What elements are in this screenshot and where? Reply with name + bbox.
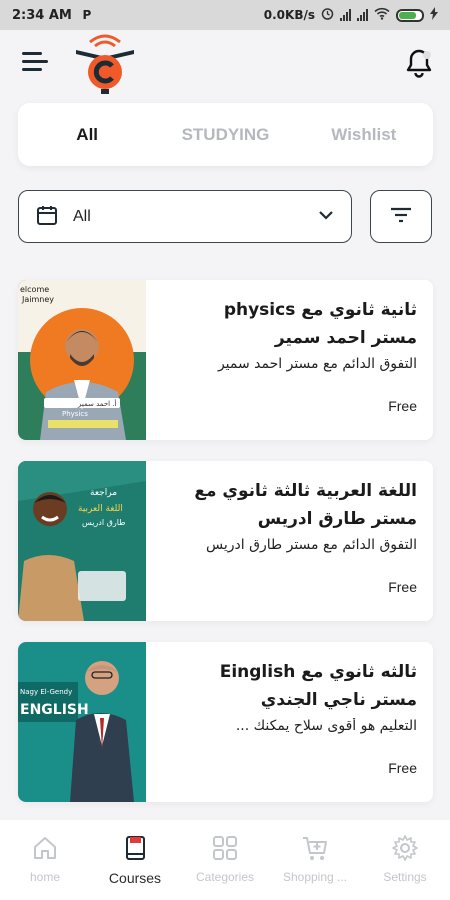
course-title-line: ثالثه ثانوي مع Einglish [219,662,417,682]
bottom-navigation: home Courses Categories Shopping ... Set… [0,820,450,900]
signal-icon-2 [357,9,368,21]
filter-button[interactable] [370,190,432,243]
charging-icon [430,7,438,23]
thumb-text: ENGLISH [20,702,89,718]
network-speed: 0.0KB/s [263,8,315,22]
bell-icon[interactable] [402,46,436,80]
nav-courses[interactable]: Courses [90,820,180,900]
app-header [0,30,450,98]
course-list: elcome Jaimney Physics أ. احمد سمير ثاني… [18,280,433,823]
course-thumbnail: elcome Jaimney Physics أ. احمد سمير [18,280,146,440]
course-title: ثانية ثانوي مع physics مستر احمد سمير [158,296,417,352]
course-title: ثالثه ثانوي مع Einglish مستر ناجي الجندي [158,658,417,714]
course-title-line: مستر طارق ادريس [257,509,417,529]
calendar-icon [35,203,59,231]
course-card[interactable]: Nagy El-Gendy ENGLISH ثالثه ثانوي مع Ein… [18,642,433,802]
book-icon [121,834,149,866]
signal-icon [340,9,351,21]
nav-label: Settings [383,870,427,884]
thumb-text: Jaimney [21,295,54,304]
tab-wishlist[interactable]: Wishlist [295,125,433,145]
nav-home[interactable]: home [0,820,90,900]
course-description: التعليم هو أقوى سلاح يمكنك ... [235,718,417,734]
nav-label: home [29,870,61,884]
course-title-line: مستر احمد سمير [274,328,417,348]
course-price: Free [388,579,417,595]
thumb-text: Physics [62,410,88,418]
nav-categories[interactable]: Categories [180,820,270,900]
status-time: 2:34 AM [12,7,72,23]
dropdown-selected-value: All [73,207,91,225]
chevron-down-icon [317,206,335,228]
thumb-text: elcome [20,285,49,294]
filter-icon [389,206,413,228]
nav-label: Courses [108,870,162,886]
status-bar: 2:34 AM P 0.0KB/s [0,0,450,30]
course-title-line: ثانية ثانوي مع physics [223,300,417,320]
thumb-text: طارق ادريس [82,518,126,527]
alarm-icon [321,7,334,23]
course-price: Free [388,760,417,776]
tab-all[interactable]: All [18,125,156,145]
parking-app-icon: P [82,8,92,22]
course-tabs: All STUDYING Wishlist [18,103,433,166]
home-icon [31,834,59,866]
nav-label: Shopping ... [282,870,348,884]
hamburger-icon[interactable] [22,50,50,74]
course-description: التفوق الدائم مع مستر طارق ادريس [206,537,417,553]
grid-icon [211,834,239,866]
thumb-text: Nagy El-Gendy [20,688,72,696]
nav-label: Categories [195,870,255,884]
nav-settings[interactable]: Settings [360,820,450,900]
battery-icon [396,8,424,22]
course-thumbnail: Nagy El-Gendy ENGLISH [18,642,146,802]
course-title-line: مستر ناجي الجندي [260,690,417,710]
course-description: التفوق الدائم مع مستر احمد سمير [217,356,417,372]
app-logo-icon [72,32,138,94]
course-card[interactable]: مراجعة اللغة العربية طارق ادريس اللغة ال… [18,461,433,621]
nav-shopping[interactable]: Shopping ... [270,820,360,900]
wifi-icon [374,7,390,23]
date-filter-dropdown[interactable]: All [18,190,352,243]
course-title-line: اللغة العربية ثالثة ثانوي مع [194,481,417,501]
course-card[interactable]: elcome Jaimney Physics أ. احمد سمير ثاني… [18,280,433,440]
tab-studying[interactable]: STUDYING [156,125,294,145]
cart-icon [301,834,329,866]
course-title: اللغة العربية ثالثة ثانوي مع مستر طارق ا… [158,477,417,533]
thumb-text: اللغة العربية [78,504,123,514]
course-price: Free [388,398,417,414]
gear-icon [391,834,419,866]
thumb-text: مراجعة [90,488,117,498]
course-thumbnail: مراجعة اللغة العربية طارق ادريس [18,461,146,621]
thumb-text: أ. احمد سمير [77,399,117,408]
